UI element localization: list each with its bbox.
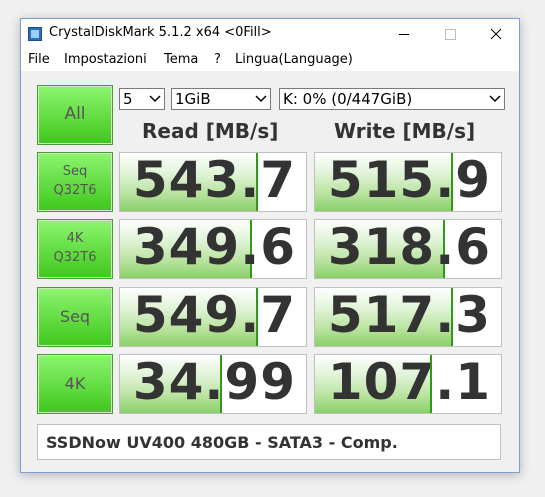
comment-text: SSDNow UV400 480GB - SATA3 - Comp.: [46, 433, 398, 452]
all-button-label: All: [64, 104, 86, 124]
drive-select[interactable]: K: 0% (0/447GiB): [279, 88, 505, 110]
test-button-4k[interactable]: 4K: [37, 354, 113, 414]
all-button[interactable]: All: [37, 85, 113, 145]
app-icon: [28, 27, 42, 41]
write-header: Write [MB/s]: [334, 119, 476, 143]
test-button-seq-q32t6[interactable]: Seq Q32T6: [37, 152, 113, 212]
read-result-4k: 34.99: [119, 354, 307, 414]
read-result-seq: 549.7: [119, 287, 307, 347]
menu-tema[interactable]: Tema: [164, 52, 198, 67]
menu-impostazioni[interactable]: Impostazioni: [64, 52, 147, 67]
close-button[interactable]: [473, 19, 519, 49]
app-window: CrystalDiskMark 5.1.2 x64 <0Fill> File I…: [20, 18, 520, 473]
menu-file[interactable]: File: [28, 52, 50, 67]
test-size-select[interactable]: 1GiB: [171, 88, 271, 110]
menu-lingua[interactable]: Lingua(Language): [235, 52, 353, 67]
read-result-4k-q32t6: 349.6: [119, 219, 307, 279]
write-result-4k-q32t6: 318.6: [314, 219, 502, 279]
test-button-seq[interactable]: Seq: [37, 287, 113, 347]
chevron-down-icon: [489, 95, 501, 103]
menu-bar: File Impostazioni Tema ? Lingua(Language…: [21, 49, 519, 71]
chevron-down-icon: [149, 95, 161, 103]
read-result-seq-q32t6: 543.7: [119, 152, 307, 212]
comment-field[interactable]: SSDNow UV400 480GB - SATA3 - Comp.: [37, 424, 501, 460]
maximize-button[interactable]: [427, 19, 473, 49]
minimize-button[interactable]: [381, 19, 427, 49]
write-result-seq: 517.3: [314, 287, 502, 347]
menu-help[interactable]: ?: [214, 52, 221, 67]
write-result-4k: 107.1: [314, 354, 502, 414]
write-result-seq-q32t6: 515.9: [314, 152, 502, 212]
test-button-4k-q32t6[interactable]: 4K Q32T6: [37, 219, 113, 279]
test-count-select[interactable]: 5: [119, 88, 165, 110]
read-header: Read [MB/s]: [142, 119, 279, 143]
window-title: CrystalDiskMark 5.1.2 x64 <0Fill>: [49, 25, 272, 40]
title-bar[interactable]: CrystalDiskMark 5.1.2 x64 <0Fill>: [21, 19, 519, 49]
chevron-down-icon: [255, 95, 267, 103]
